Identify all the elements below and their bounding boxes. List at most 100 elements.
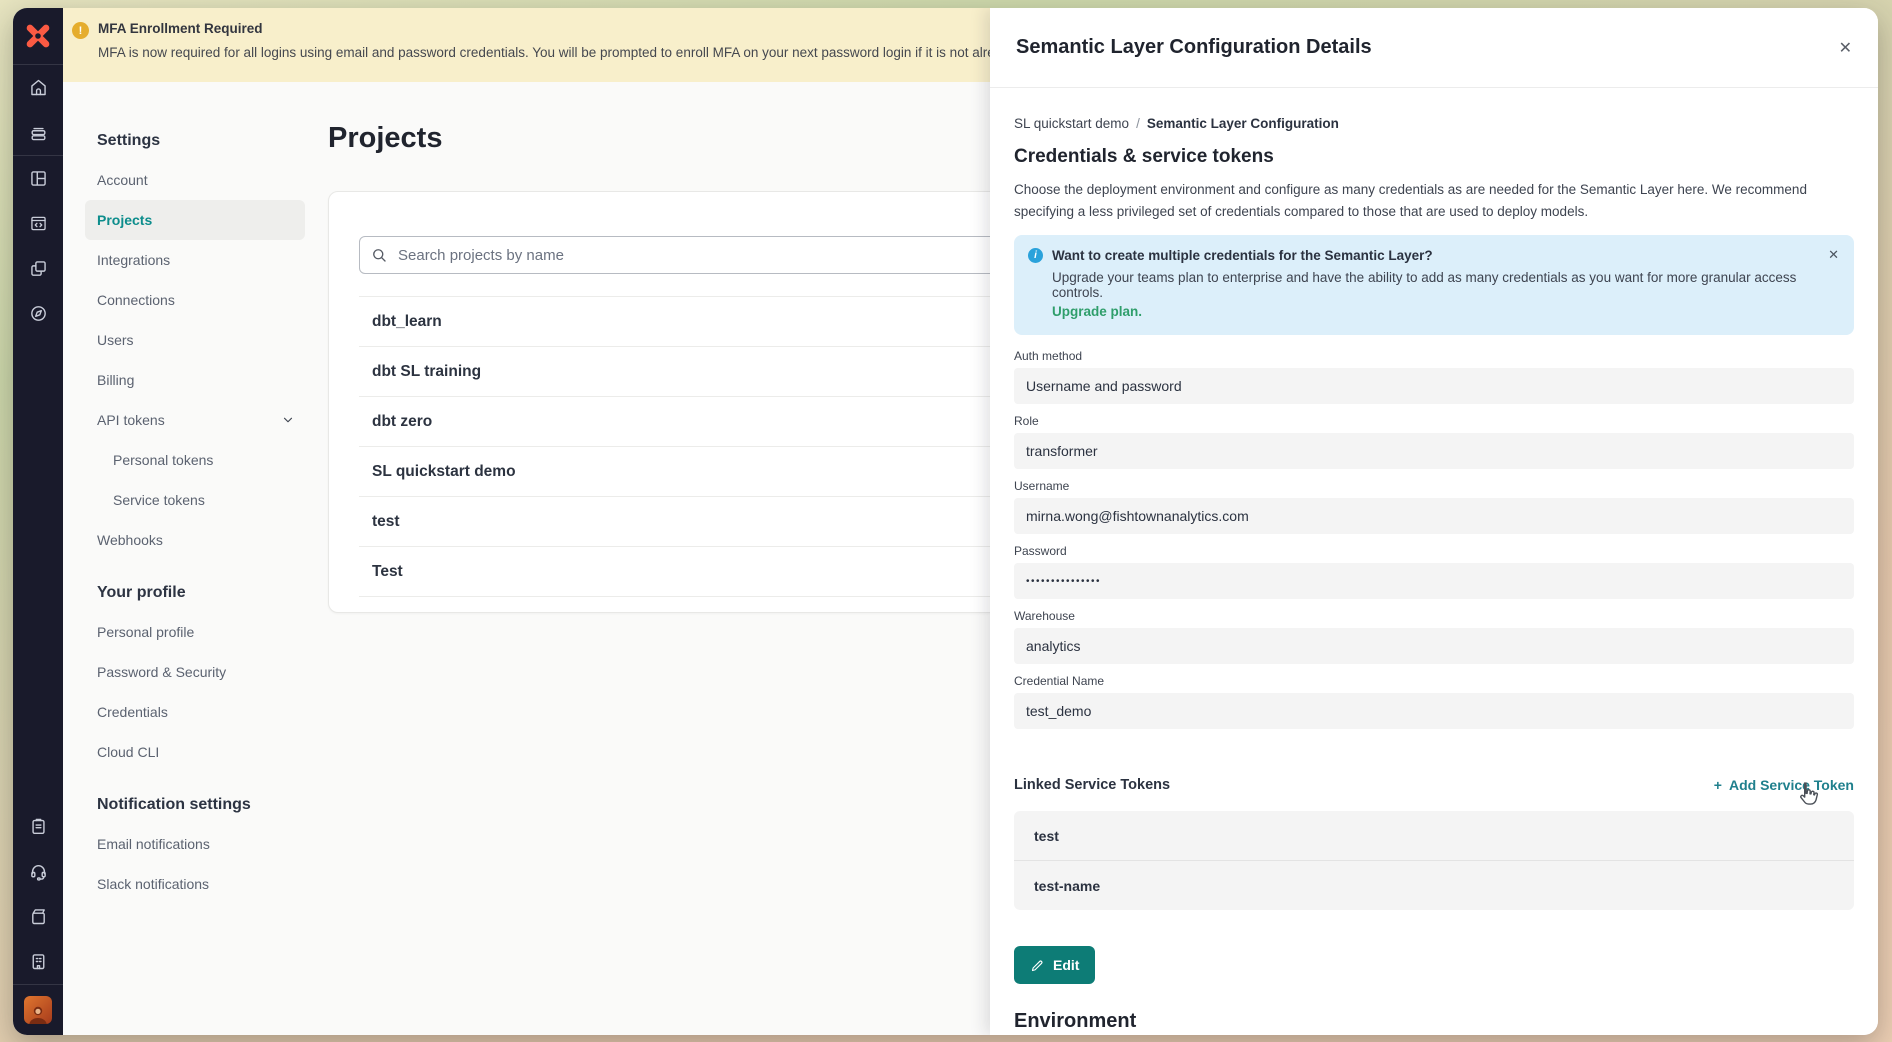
sidebar-item-label: Credentials	[97, 704, 168, 720]
sidebar-item-label: API tokens	[97, 412, 165, 428]
settings-nav: Settings Account Projects Integrations C…	[63, 118, 315, 1035]
credentials-section-description: Choose the deployment environment and co…	[1014, 179, 1856, 222]
semantic-layer-panel: Semantic Layer Configuration Details ✕ S…	[990, 8, 1878, 1035]
credentials-form: Auth method Role Username Password Wareh…	[1014, 349, 1854, 729]
deploy-icon[interactable]	[13, 110, 63, 155]
upgrade-plan-link[interactable]: Upgrade plan.	[1052, 304, 1142, 319]
panel-title: Semantic Layer Configuration Details	[1016, 36, 1372, 59]
add-service-token-label: Add Service Token	[1729, 777, 1854, 793]
password-label: Password	[1014, 544, 1854, 558]
panel-body: SL quickstart demo / Semantic Layer Conf…	[990, 88, 1878, 1035]
sidebar-item-label: Projects	[97, 212, 152, 228]
settings-nav-title: Settings	[97, 132, 315, 150]
sidebar-item-label: Slack notifications	[97, 876, 209, 892]
edit-button-label: Edit	[1053, 957, 1079, 973]
avatar[interactable]	[24, 996, 52, 1024]
sidebar-item-credentials[interactable]: Credentials	[85, 692, 305, 732]
service-token-row[interactable]: test-name	[1014, 861, 1854, 910]
breadcrumb-parent[interactable]: SL quickstart demo	[1014, 116, 1129, 131]
service-tokens-list: test test-name	[1014, 811, 1854, 910]
credential-name-field[interactable]	[1014, 693, 1854, 729]
sidebar-item-label: Account	[97, 172, 148, 188]
warning-icon: !	[72, 22, 89, 39]
role-field[interactable]	[1014, 433, 1854, 469]
sidebar-item-cloud-cli[interactable]: Cloud CLI	[85, 732, 305, 772]
profile-section-title: Your profile	[97, 584, 315, 602]
sidebar-item-service-tokens[interactable]: Service tokens	[85, 480, 321, 520]
sidebar-item-password-security[interactable]: Password & Security	[85, 652, 305, 692]
sidebar-item-label: Personal profile	[97, 624, 194, 640]
notifications-section-title: Notification settings	[97, 796, 315, 814]
username-label: Username	[1014, 479, 1854, 493]
main-area: ! MFA Enrollment Required MFA is now req…	[63, 8, 1878, 1035]
sidebar-item-label: Service tokens	[113, 492, 205, 508]
plus-icon: +	[1714, 777, 1722, 793]
dashboard-icon[interactable]	[13, 156, 63, 201]
info-icon: i	[1028, 248, 1043, 263]
notes-icon[interactable]	[13, 804, 63, 849]
service-token-row[interactable]: test	[1014, 811, 1854, 861]
develop-icon[interactable]	[13, 201, 63, 246]
sidebar-item-projects[interactable]: Projects	[85, 200, 305, 240]
credential-name-label: Credential Name	[1014, 674, 1854, 688]
rail-bottom-group	[13, 804, 63, 1035]
app-window: ! MFA Enrollment Required MFA is now req…	[13, 8, 1878, 1035]
sidebar-item-label: Password & Security	[97, 664, 226, 680]
info-banner-body: Upgrade your teams plan to enterprise an…	[1052, 270, 1838, 300]
environment-section-title: Environment	[1014, 1010, 1854, 1033]
avatar-container	[13, 984, 63, 1035]
sidebar-item-label: Integrations	[97, 252, 170, 268]
add-service-token-button[interactable]: + Add Service Token	[1714, 777, 1854, 793]
chevron-down-icon	[281, 413, 295, 427]
sidebar-item-label: Email notifications	[97, 836, 210, 852]
warehouse-label: Warehouse	[1014, 609, 1854, 623]
sidebar-item-account[interactable]: Account	[85, 160, 305, 200]
sidebar-item-api-tokens[interactable]: API tokens	[85, 400, 305, 440]
icon-rail	[13, 8, 63, 1035]
edit-button[interactable]: Edit	[1014, 946, 1095, 984]
info-banner-title: Want to create multiple credentials for …	[1052, 248, 1433, 263]
warehouse-field[interactable]	[1014, 628, 1854, 664]
sidebar-item-personal-profile[interactable]: Personal profile	[85, 612, 305, 652]
explore-icon[interactable]	[13, 291, 63, 336]
sidebar-item-label: Billing	[97, 372, 134, 388]
dbt-logo[interactable]	[13, 8, 63, 65]
sidebar-item-personal-tokens[interactable]: Personal tokens	[85, 440, 321, 480]
username-field[interactable]	[1014, 498, 1854, 534]
banner-title: MFA Enrollment Required	[98, 21, 1016, 36]
auth-method-field[interactable]	[1014, 368, 1854, 404]
projects-icon[interactable]	[13, 246, 63, 291]
sidebar-item-users[interactable]: Users	[85, 320, 305, 360]
banner-message: MFA is now required for all logins using…	[98, 45, 1016, 60]
credentials-section-title: Credentials & service tokens	[1014, 146, 1854, 168]
linked-service-tokens-label: Linked Service Tokens	[1014, 777, 1170, 793]
support-icon[interactable]	[13, 849, 63, 894]
dbt-logo-icon	[22, 20, 54, 52]
home-icon[interactable]	[13, 65, 63, 110]
password-field[interactable]	[1014, 563, 1854, 599]
breadcrumb-separator: /	[1136, 116, 1140, 131]
sidebar-item-label: Personal tokens	[113, 452, 213, 468]
pencil-icon	[1030, 958, 1045, 973]
sidebar-item-label: Cloud CLI	[97, 744, 159, 760]
sidebar-item-email-notifications[interactable]: Email notifications	[85, 824, 305, 864]
info-close-icon[interactable]: ✕	[1828, 247, 1839, 263]
close-icon[interactable]: ✕	[1839, 38, 1852, 58]
panel-header: Semantic Layer Configuration Details ✕	[990, 8, 1878, 88]
breadcrumb: SL quickstart demo / Semantic Layer Conf…	[1014, 116, 1854, 131]
organization-icon[interactable]	[13, 939, 63, 984]
sidebar-item-slack-notifications[interactable]: Slack notifications	[85, 864, 305, 904]
docs-icon[interactable]	[13, 894, 63, 939]
auth-method-label: Auth method	[1014, 349, 1854, 363]
upgrade-info-banner: i Want to create multiple credentials fo…	[1014, 235, 1854, 335]
sidebar-item-label: Webhooks	[97, 532, 163, 548]
sidebar-item-webhooks[interactable]: Webhooks	[85, 520, 305, 560]
sidebar-item-label: Connections	[97, 292, 175, 308]
role-label: Role	[1014, 414, 1854, 428]
sidebar-item-integrations[interactable]: Integrations	[85, 240, 305, 280]
sidebar-item-billing[interactable]: Billing	[85, 360, 305, 400]
sidebar-item-label: Users	[97, 332, 134, 348]
sidebar-item-connections[interactable]: Connections	[85, 280, 305, 320]
breadcrumb-current: Semantic Layer Configuration	[1147, 116, 1339, 131]
search-icon	[370, 246, 388, 264]
